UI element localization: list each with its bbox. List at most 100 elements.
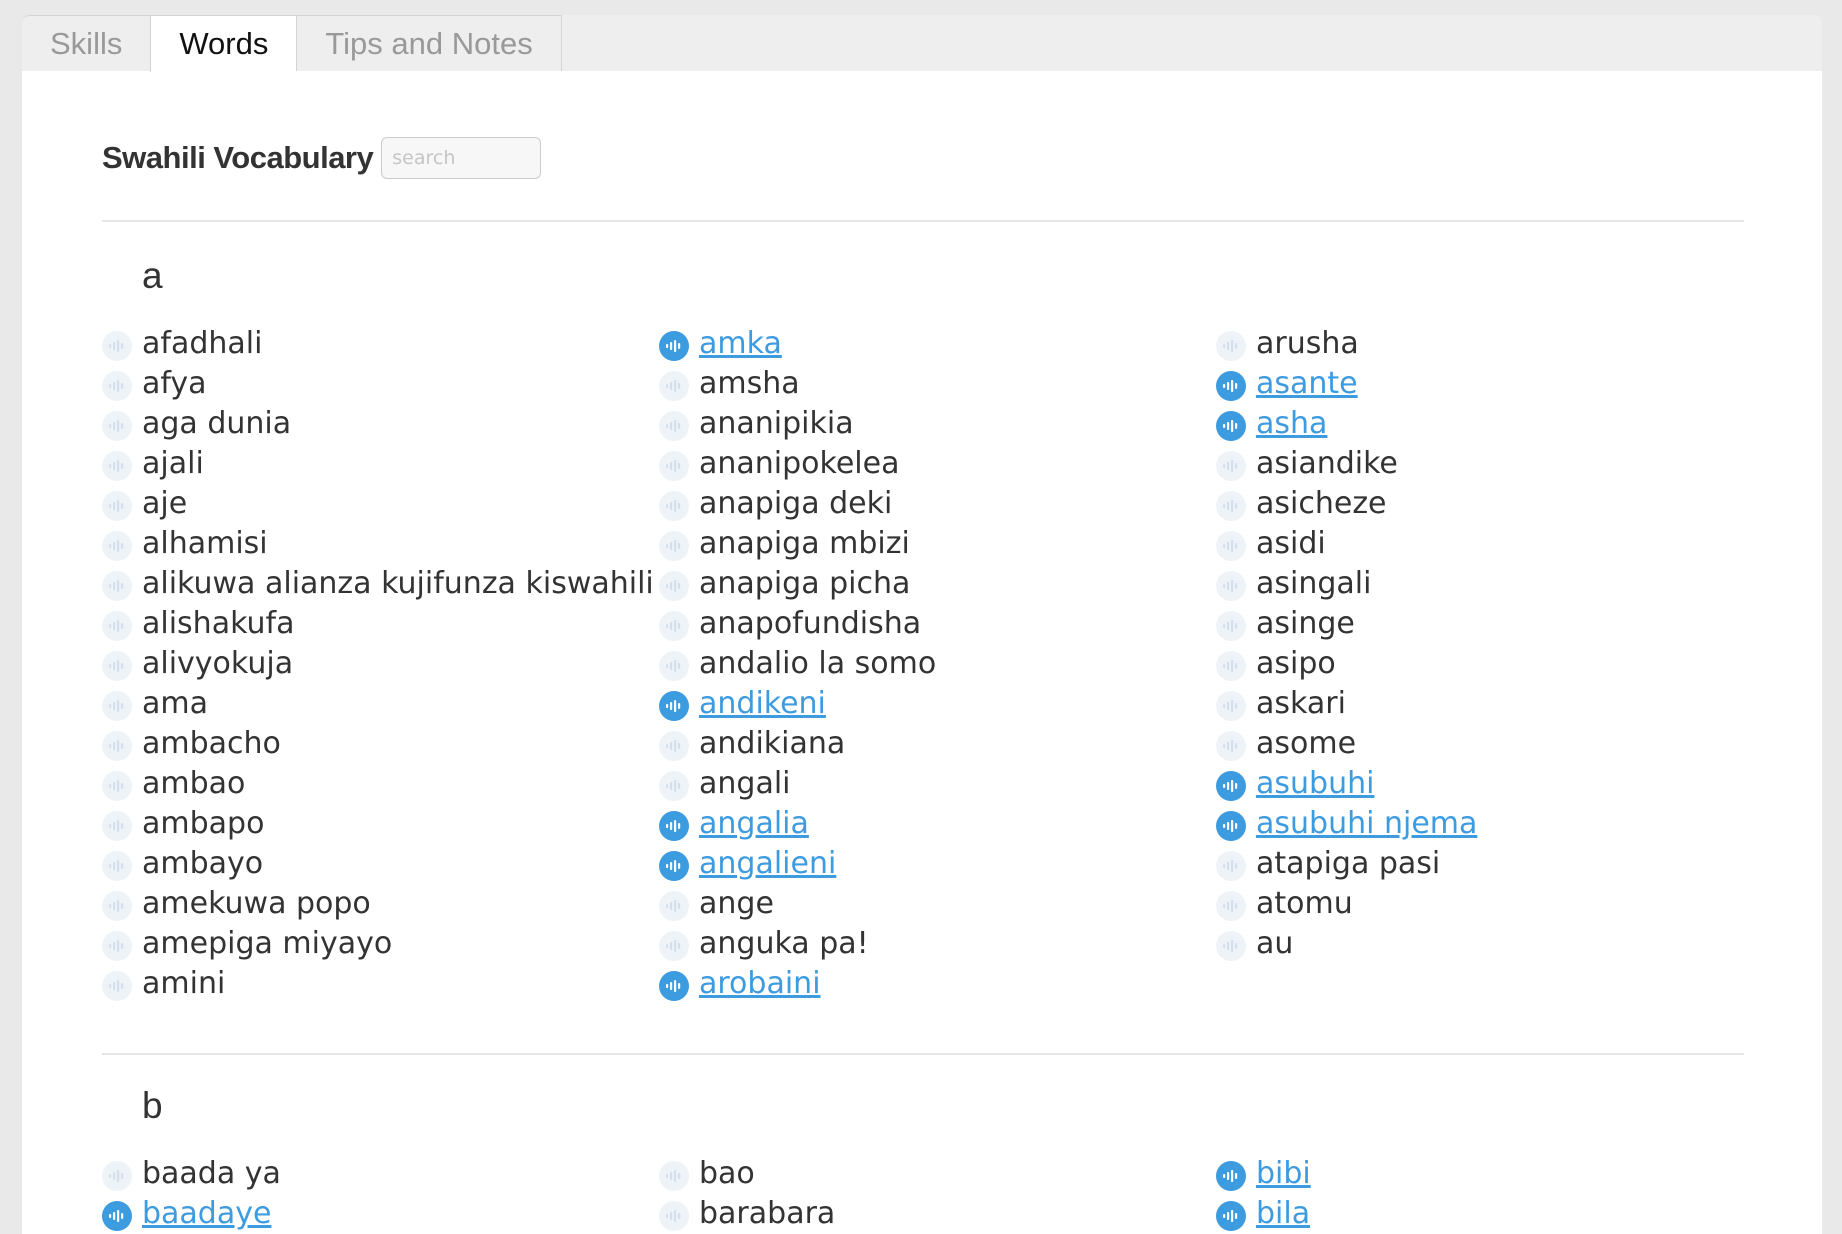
word-item[interactable]: asubuhi njema [1216,803,1773,843]
audio-icon [659,731,689,761]
word-item: ama [102,683,659,723]
audio-icon[interactable] [659,331,689,361]
word-label: aje [142,485,188,521]
word-label: alivyokuja [142,645,294,681]
word-link[interactable]: angalia [699,806,809,841]
word-item[interactable]: baadaye [102,1193,659,1233]
audio-icon [102,491,132,521]
audio-icon [1216,691,1246,721]
word-label: angali [699,765,791,801]
word-columns: baada ya baadaye bao barabara bibi bila [102,1153,1744,1233]
word-item: asinge [1216,603,1773,643]
word-item: asidi [1216,523,1773,563]
word-label: ajali [142,445,204,481]
audio-icon [1216,931,1246,961]
page-title: Swahili Vocabulary [102,140,374,175]
tab-skills[interactable]: Skills [22,15,151,71]
word-item: au [1216,923,1773,963]
letter-section-a: a afadhali afya aga dunia ajali aje alhamisi a… [102,251,1744,1003]
audio-icon [102,611,132,641]
word-label: asipo [1256,645,1336,681]
word-label: ange [699,885,774,921]
audio-icon[interactable] [1216,371,1246,401]
word-item[interactable]: asante [1216,363,1773,403]
audio-icon[interactable] [659,971,689,1001]
word-label: baada ya [142,1155,281,1191]
word-column: afadhali afya aga dunia ajali aje alhamisi ali… [102,323,659,1003]
section-letter: b [142,1085,163,1126]
word-item[interactable]: angalieni [659,843,1216,883]
word-label: anapiga mbizi [699,525,910,561]
word-link[interactable]: asha [1256,406,1327,441]
word-item: andalio la somo [659,643,1216,683]
word-label: arusha [1256,325,1359,361]
audio-icon [102,531,132,561]
audio-icon[interactable] [1216,811,1246,841]
word-label: amsha [699,365,800,401]
word-item[interactable]: amka [659,323,1216,363]
word-link[interactable]: bibi [1256,1156,1311,1191]
word-item: afadhali [102,323,659,363]
word-link[interactable]: amka [699,326,782,361]
word-link[interactable]: baadaye [142,1196,271,1231]
tab-words[interactable]: Words [150,15,297,72]
word-item: anapofundisha [659,603,1216,643]
vocabulary-header: Swahili Vocabulary [102,137,542,179]
word-label: anguka pa! [699,925,869,961]
word-item: ambapo [102,803,659,843]
word-label: au [1256,925,1294,961]
word-link[interactable]: asubuhi njema [1256,806,1477,841]
audio-icon [659,931,689,961]
word-link[interactable]: asubuhi [1256,766,1374,801]
tab-tips-and-notes[interactable]: Tips and Notes [296,15,562,71]
word-label: andalio la somo [699,645,937,681]
word-item[interactable]: arobaini [659,963,1216,1003]
word-label: atomu [1256,885,1353,921]
word-item[interactable]: asubuhi [1216,763,1773,803]
audio-icon[interactable] [659,691,689,721]
word-item: atomu [1216,883,1773,923]
audio-icon [1216,451,1246,481]
word-item: amekuwa popo [102,883,659,923]
word-column: bibi bila [1216,1153,1773,1233]
vocabulary-panel: Swahili Vocabulary a afadhali afya aga dun… [22,71,1822,1234]
word-item[interactable]: andikeni [659,683,1216,723]
audio-icon [659,891,689,921]
word-link[interactable]: arobaini [699,966,821,1001]
audio-icon[interactable] [1216,1201,1246,1231]
audio-icon[interactable] [102,1201,132,1231]
word-label: ama [142,685,208,721]
word-label: afadhali [142,325,263,361]
word-link[interactable]: angalieni [699,846,836,881]
audio-icon [659,411,689,441]
word-label: asiandike [1256,445,1398,481]
word-link[interactable]: asante [1256,366,1358,401]
word-column: baada ya baadaye [102,1153,659,1233]
word-item: baada ya [102,1153,659,1193]
word-item[interactable]: bila [1216,1193,1773,1233]
divider [102,220,1744,222]
word-item: afya [102,363,659,403]
audio-icon [1216,651,1246,681]
audio-icon[interactable] [659,811,689,841]
word-item: ambayo [102,843,659,883]
word-columns: afadhali afya aga dunia ajali aje alhamisi ali… [102,323,1744,1003]
word-item[interactable]: bibi [1216,1153,1773,1193]
word-label: ananipikia [699,405,854,441]
word-item: aje [102,483,659,523]
word-label: ambapo [142,805,265,841]
word-item: askari [1216,683,1773,723]
audio-icon [659,491,689,521]
audio-icon[interactable] [1216,771,1246,801]
word-item: asiandike [1216,443,1773,483]
audio-icon[interactable] [1216,1161,1246,1191]
word-item[interactable]: angalia [659,803,1216,843]
word-item[interactable]: asha [1216,403,1773,443]
word-label: alikuwa alianza kujifunza kiswahili [142,565,654,601]
word-link[interactable]: andikeni [699,686,826,721]
word-link[interactable]: bila [1256,1196,1310,1231]
divider [102,1053,1744,1055]
search-input[interactable] [381,137,542,179]
audio-icon[interactable] [1216,411,1246,441]
audio-icon[interactable] [659,851,689,881]
